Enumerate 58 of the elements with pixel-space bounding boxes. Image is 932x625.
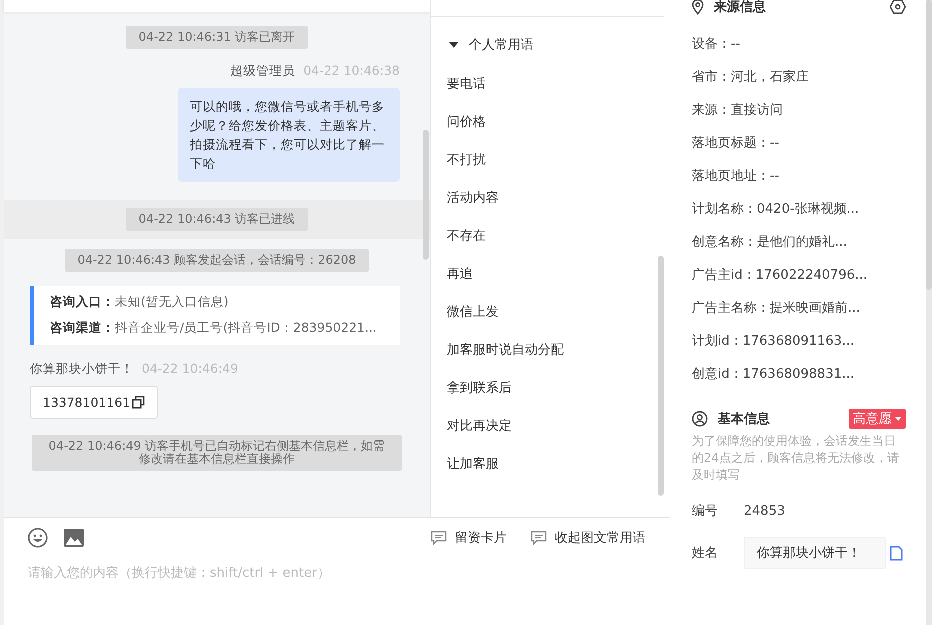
quick-reply-item[interactable]: 不打扰 — [447, 142, 670, 180]
field-label: 编号 — [692, 503, 719, 520]
sender-name: 你算那块小饼干！ — [30, 361, 134, 378]
phone-message: 13378101161 — [30, 386, 158, 419]
emoji-icon[interactable] — [28, 528, 48, 548]
name-field[interactable]: 你算那块小饼干！ — [744, 537, 886, 569]
source-field: 落地页标题：-- — [692, 127, 906, 160]
system-notice: 04-22 10:46:31 访客已离开 — [126, 26, 308, 49]
location-pin-icon — [692, 0, 704, 15]
source-field: 省市：河北，石家庄 — [692, 61, 906, 94]
scrollbar[interactable] — [423, 130, 429, 260]
quick-reply-item[interactable]: 要电话 — [447, 66, 670, 104]
quick-reply-group[interactable]: 个人常用语 — [449, 36, 670, 54]
field-value: 24853 — [744, 504, 786, 518]
quick-reply-item[interactable]: 再追 — [447, 256, 670, 294]
quick-reply-item[interactable]: 让加客服 — [447, 446, 670, 484]
system-notice: 04-22 10:46:49 访客手机号已自动标记右侧基本信息栏，如需修改请在基本信息栏直接操作 — [32, 435, 402, 471]
settings-icon[interactable] — [890, 0, 906, 15]
notice-text: 为了保障您的使用体验，会话发生当日的24点之后，顾客信息将无法修改，请及时填写 — [692, 433, 900, 484]
comment-icon — [531, 531, 547, 545]
message-time: 04-22 10:46:38 — [304, 63, 400, 80]
quick-reply-item[interactable]: 问价格 — [447, 104, 670, 142]
source-field: 广告主id：176022240796... — [692, 259, 906, 292]
source-field: 计划名称：0420-张琳视频... — [692, 193, 906, 226]
comment-icon — [431, 531, 447, 545]
source-field: 创意id：176368098831... — [692, 358, 906, 391]
section-title: 基本信息 — [718, 411, 770, 428]
source-field: 来源：直接访问 — [692, 94, 906, 127]
composer-action[interactable]: 留资卡片 — [431, 529, 507, 547]
composer-action[interactable]: 收起图文常用语 — [531, 529, 646, 547]
quick-reply-item[interactable]: 活动内容 — [447, 180, 670, 218]
quick-reply-item[interactable]: 拿到联系后 — [447, 370, 670, 408]
message-bubble: 可以的哦，您微信号或者手机号多少呢？给您发价格表、主题客片、拍摄流程看下，您可以对比了解一下哈 — [178, 88, 400, 182]
scrollbar[interactable] — [658, 256, 664, 496]
message-time: 04-22 10:46:49 — [142, 361, 238, 378]
source-field: 创意名称：是他们的婚礼... — [692, 226, 906, 259]
quick-reply-item[interactable]: 不存在 — [447, 218, 670, 256]
consult-info-line: 咨询渠道：抖音企业号/员工号(抖音号ID：283950221... — [50, 320, 378, 337]
quick-reply-item[interactable]: 对比再决定 — [447, 408, 670, 446]
section-title: 来源信息 — [714, 0, 766, 16]
system-notice: 04-22 10:46:43 顾客发起会话，会话编号：26208 — [64, 249, 370, 272]
source-field: 落地页地址：-- — [692, 160, 906, 193]
user-icon — [692, 411, 708, 427]
copy-icon[interactable] — [132, 396, 146, 409]
source-field: 计划id：176368091163... — [692, 325, 906, 358]
system-notice: 04-22 10:46:43 访客已进线 — [126, 208, 308, 231]
sender-name: 超级管理员 — [230, 63, 296, 80]
image-icon[interactable] — [64, 529, 84, 547]
caret-icon — [895, 417, 902, 421]
source-field: 广告主名称：提米映画婚前... — [692, 292, 906, 325]
source-field: 设备：-- — [692, 28, 906, 61]
field-label: 姓名 — [692, 545, 719, 562]
quick-reply-item[interactable]: 加客服时说自动分配 — [447, 332, 670, 370]
intent-tag[interactable]: 高意愿 — [849, 409, 906, 429]
quick-reply-item[interactable]: 微信上发 — [447, 294, 670, 332]
caret-icon — [449, 42, 459, 48]
scrollbar[interactable] — [926, 0, 932, 290]
consult-info-line: 咨询入口：未知(暂无入口信息) — [50, 294, 230, 311]
